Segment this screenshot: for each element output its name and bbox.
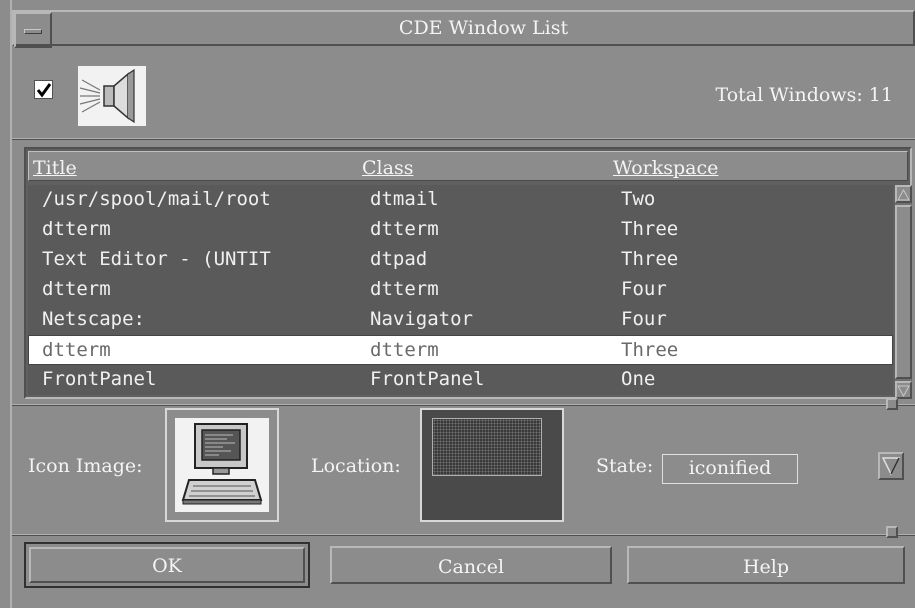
window-menu-icon <box>24 29 42 34</box>
location-label: Location: <box>311 455 401 477</box>
row-title: /usr/spool/mail/root <box>42 188 271 210</box>
row-workspace: Four <box>621 308 667 330</box>
help-button[interactable]: Help <box>627 546 905 584</box>
list-header: Title Class Workspace <box>28 151 908 181</box>
row-title: Netscape: <box>42 308 145 330</box>
row-class: dtpad <box>370 248 428 270</box>
vertical-scrollbar[interactable] <box>895 185 912 399</box>
row-class: dtterm <box>370 278 439 300</box>
column-header-workspace[interactable]: Workspace <box>613 157 718 179</box>
list-item[interactable]: Netscape: Navigator Four <box>28 305 893 335</box>
location-indicator <box>432 418 542 476</box>
title-bar[interactable]: CDE Window List <box>12 10 915 48</box>
row-workspace: Four <box>621 278 667 300</box>
list-item[interactable]: /usr/spool/mail/root dtmail Two <box>28 185 893 215</box>
icon-image-label: Icon Image: <box>28 455 143 477</box>
list-item[interactable]: dtterm dtterm Three <box>28 215 893 245</box>
row-workspace: One <box>621 368 656 390</box>
state-label: State: <box>596 455 654 477</box>
sash-handle[interactable] <box>886 526 898 538</box>
column-header-title[interactable]: Title <box>33 157 77 179</box>
scroll-down-button[interactable] <box>895 381 912 399</box>
row-workspace: Three <box>621 248 679 270</box>
scroll-thumb[interactable] <box>895 205 912 379</box>
arrow-down-icon <box>897 385 910 398</box>
row-workspace: Two <box>621 188 656 210</box>
total-windows-label: Total Windows: 11 <box>715 84 893 106</box>
row-class: dtterm <box>370 339 439 361</box>
list-item[interactable]: dtterm dtterm Four <box>28 275 893 305</box>
window-title: CDE Window List <box>398 17 569 39</box>
row-title: Text Editor - (UNTIT <box>42 248 271 270</box>
window-list: Title Class Workspace /usr/spool/mail/ro… <box>24 147 912 399</box>
state-field[interactable]: iconified <box>662 454 798 484</box>
divider <box>12 138 915 140</box>
arrow-up-icon <box>897 188 910 201</box>
row-title: dtterm <box>42 278 111 300</box>
checkmark-icon <box>36 83 52 98</box>
terminal-computer-icon <box>175 418 269 512</box>
row-title: dtterm <box>42 339 111 361</box>
show-checkbox[interactable] <box>34 80 53 99</box>
scroll-up-button[interactable] <box>895 185 912 203</box>
row-workspace: Three <box>621 339 679 361</box>
list-item[interactable]: FrontPanel FrontPanel One <box>28 365 893 395</box>
pane-sash[interactable] <box>12 534 915 536</box>
location-map <box>420 408 564 522</box>
row-class: dtterm <box>370 218 439 240</box>
cde-window-list-dialog: CDE Window List Total Windows: 11 Title … <box>10 0 915 608</box>
row-workspace: Three <box>621 218 679 240</box>
row-class: dtmail <box>370 188 439 210</box>
cancel-button[interactable]: Cancel <box>330 546 612 584</box>
state-dropdown-button[interactable] <box>878 452 904 480</box>
ok-button[interactable]: OK <box>24 542 310 588</box>
row-title: dtterm <box>42 218 111 240</box>
sash-handle[interactable] <box>886 398 898 410</box>
row-title: FrontPanel <box>42 368 157 390</box>
ok-button-label: OK <box>29 547 305 583</box>
list-item-selected[interactable]: dtterm dtterm Three <box>28 335 893 365</box>
speaker-icon <box>78 66 146 126</box>
column-header-class[interactable]: Class <box>362 157 413 179</box>
row-class: FrontPanel <box>370 368 485 390</box>
icon-image-box <box>165 408 279 522</box>
list-item[interactable]: Text Editor - (UNTIT dtpad Three <box>28 245 893 275</box>
chevron-down-icon <box>881 457 901 476</box>
list-rows: /usr/spool/mail/root dtmail Two dtterm dtte… <box>28 185 893 395</box>
window-menu-button[interactable] <box>14 12 52 48</box>
pane-sash[interactable] <box>12 404 915 406</box>
row-class: Navigator <box>370 308 473 330</box>
